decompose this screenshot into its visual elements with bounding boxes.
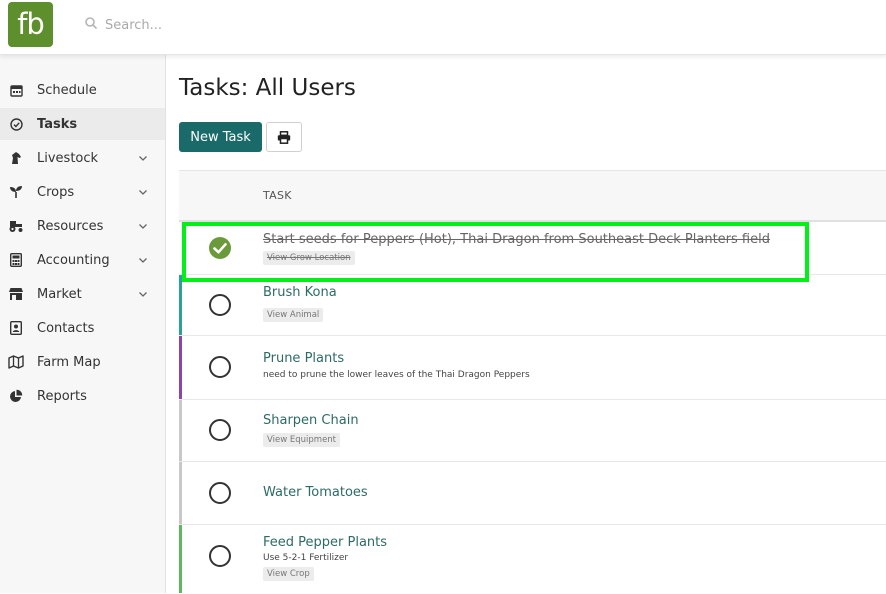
sidebar-item-resources[interactable]: Resources	[0, 210, 165, 242]
check-circle-icon	[8, 116, 24, 132]
row-color-bar	[179, 462, 182, 524]
sidebar-item-label: Accounting	[37, 252, 110, 268]
chevron-down-icon	[139, 224, 147, 229]
top-bar: fb	[0, 0, 886, 55]
main-content: Tasks: All Users New Task TASK Start see…	[166, 55, 886, 593]
task-title[interactable]: Feed Pepper Plants	[263, 535, 387, 550]
task-title[interactable]: Sharpen Chain	[263, 413, 359, 428]
task-link[interactable]: View Animal	[263, 308, 324, 322]
row-color-bar	[179, 336, 182, 399]
incomplete-circle-icon[interactable]	[208, 481, 232, 505]
table-row[interactable]: Prune Plants need to prune the lower lea…	[179, 336, 886, 400]
table-row[interactable]: Sharpen Chain View Equipment	[179, 400, 886, 462]
row-color-bar	[179, 400, 182, 461]
task-note: Use 5-2-1 Fertilizer	[263, 553, 349, 563]
sidebar: Schedule Tasks Livestock Crops Resources…	[0, 55, 166, 593]
table-header: TASK	[179, 171, 886, 222]
sidebar-item-label: Crops	[37, 184, 75, 200]
page-title: Tasks: All Users	[179, 75, 356, 101]
app-logo[interactable]: fb	[8, 2, 53, 47]
store-icon	[8, 286, 24, 302]
calculator-icon	[8, 252, 24, 268]
table-row[interactable]: Start seeds for Peppers (Hot), Thai Drag…	[179, 222, 886, 275]
incomplete-circle-icon[interactable]	[208, 293, 232, 317]
tasks-table: TASK Start seeds for Peppers (Hot), Thai…	[179, 170, 886, 594]
table-row[interactable]: Feed Pepper Plants Use 5-2-1 Fertilizer …	[179, 525, 886, 593]
sidebar-item-reports[interactable]: Reports	[0, 380, 165, 412]
print-button[interactable]	[266, 122, 302, 152]
task-title[interactable]: Prune Plants	[263, 351, 344, 366]
search-icon	[85, 17, 98, 30]
task-link[interactable]: View Equipment	[263, 433, 341, 447]
table-row[interactable]: Brush Kona View Animal	[179, 275, 886, 336]
sidebar-item-label: Farm Map	[37, 354, 101, 370]
new-task-button[interactable]: New Task	[179, 122, 262, 152]
sidebar-item-label: Resources	[37, 218, 104, 234]
chevron-down-icon	[139, 258, 147, 263]
sidebar-item-contacts[interactable]: Contacts	[0, 312, 165, 344]
pie-chart-icon	[8, 388, 24, 404]
sidebar-item-label: Schedule	[37, 82, 97, 98]
row-color-bar	[179, 525, 182, 593]
table-row[interactable]: Water Tomatoes	[179, 462, 886, 525]
sidebar-item-label: Tasks	[37, 116, 78, 132]
task-link[interactable]: View Grow Location	[263, 251, 355, 265]
incomplete-circle-icon[interactable]	[208, 544, 232, 568]
column-header-task[interactable]: TASK	[263, 189, 292, 202]
search-input[interactable]	[103, 14, 407, 36]
row-color-bar	[179, 275, 182, 335]
horse-icon	[8, 150, 24, 166]
task-title[interactable]: Brush Kona	[263, 285, 337, 300]
sidebar-item-label: Livestock	[37, 150, 99, 166]
sidebar-item-tasks[interactable]: Tasks	[0, 108, 165, 140]
calendar-icon	[8, 82, 24, 98]
completed-check-icon[interactable]	[208, 236, 232, 260]
tractor-icon	[8, 218, 24, 234]
map-icon	[8, 354, 24, 370]
chevron-down-icon	[139, 156, 147, 161]
sidebar-item-schedule[interactable]: Schedule	[0, 74, 165, 106]
incomplete-circle-icon[interactable]	[208, 418, 232, 442]
task-title[interactable]: Start seeds for Peppers (Hot), Thai Drag…	[263, 232, 770, 247]
sidebar-item-accounting[interactable]: Accounting	[0, 244, 165, 276]
sidebar-item-label: Market	[37, 286, 82, 302]
sidebar-item-market[interactable]: Market	[0, 278, 165, 310]
sidebar-item-crops[interactable]: Crops	[0, 176, 165, 208]
task-link[interactable]: View Crop	[263, 567, 314, 581]
sidebar-item-label: Contacts	[37, 320, 95, 336]
seedling-icon	[8, 184, 24, 200]
chevron-down-icon	[139, 190, 147, 195]
incomplete-circle-icon[interactable]	[208, 355, 232, 379]
task-title[interactable]: Water Tomatoes	[263, 485, 368, 500]
chevron-down-icon	[139, 292, 147, 297]
sidebar-item-label: Reports	[37, 388, 87, 404]
contact-card-icon	[8, 320, 24, 336]
print-icon	[277, 130, 291, 144]
task-note: need to prune the lower leaves of the Th…	[263, 370, 530, 380]
sidebar-item-farm-map[interactable]: Farm Map	[0, 346, 165, 378]
sidebar-item-livestock[interactable]: Livestock	[0, 142, 165, 174]
